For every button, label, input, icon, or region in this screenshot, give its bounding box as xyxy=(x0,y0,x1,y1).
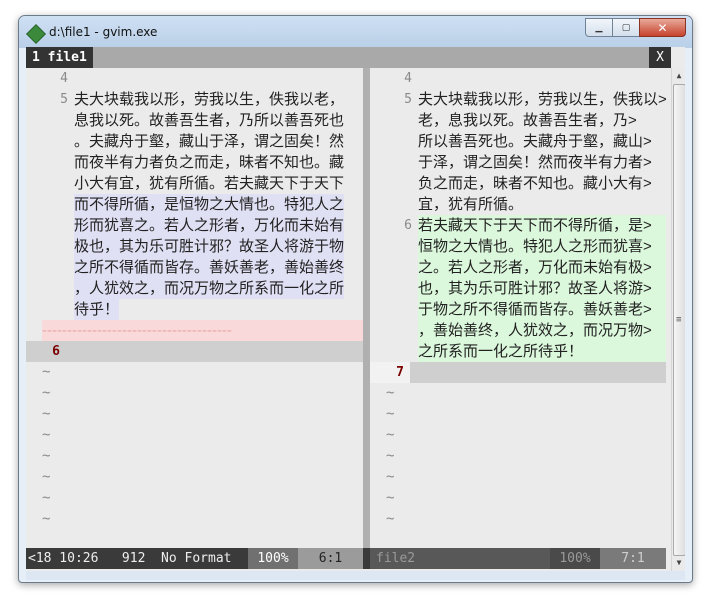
text-line: 夫大块载我以形，劳我以生，佚我以> xyxy=(418,91,666,108)
text-line: 小大有宜，犹有所循。若夫藏天下于天下 xyxy=(74,175,345,192)
status-position: 7:1 xyxy=(600,548,666,569)
empty-line-tilde: ~ xyxy=(386,448,395,464)
empty-line-tilde: ~ xyxy=(386,406,395,422)
gvim-window: d:\file1 - gvim.exe ▁ ▢ ✕ 1 file1 X 4 5 … xyxy=(18,15,693,583)
changed-line: 而不得所循，是恒物之大情也。特犯人之 xyxy=(74,194,345,215)
status-percent: 100% xyxy=(550,548,600,569)
text-line: 宜，犹有所循。 xyxy=(418,196,524,213)
minimize-icon: ▁ xyxy=(595,22,603,33)
filler-line xyxy=(26,341,363,362)
status-position: 6:1 xyxy=(298,548,363,569)
command-line-area[interactable] xyxy=(26,571,685,580)
tabline: 1 file1 X xyxy=(26,47,671,68)
left-window[interactable]: 4 5 夫大块载我以形，劳我以生，佚我以老， 息我以死。故善吾生者，乃所以善吾死… xyxy=(26,68,363,548)
scrollbar-thumb[interactable]: ≡ xyxy=(673,84,685,556)
text-line: 夫大块载我以形，劳我以生，佚我以老， xyxy=(74,91,345,108)
added-line: 也，其为乐可胜计邪？故圣人将游> xyxy=(418,278,666,299)
changed-line: 之所不得循而皆存。善妖善老，善始善终 xyxy=(74,257,345,278)
text-line: 老，息我以死。故善吾生者，乃> xyxy=(418,112,637,129)
empty-line-tilde: ~ xyxy=(42,385,51,401)
filler-line xyxy=(370,362,666,383)
changed-line: 极也，其为乐可胜计邪？故圣人将游于物 xyxy=(74,236,345,257)
empty-line-tilde: ~ xyxy=(386,385,395,401)
text-line: 而夜半有力者负之而走，昧者不知也。藏 xyxy=(74,154,345,171)
empty-line-tilde: ~ xyxy=(42,406,51,422)
added-line: 若夫藏天下于天下而不得所循，是> xyxy=(418,215,666,236)
vim-client-area: 1 file1 X 4 5 夫大块载我以形，劳我以生，佚我以老， 息我以死。故善… xyxy=(26,47,685,571)
status-info: <18 10:26 912 No Format xyxy=(28,551,232,566)
grip-icon: ≡ xyxy=(676,315,682,325)
added-line: ，善始善终，人犹效之，而况万物> xyxy=(418,320,666,341)
empty-line-tilde: ~ xyxy=(42,490,51,506)
close-button[interactable]: ✕ xyxy=(639,18,686,37)
line-number: 6 xyxy=(52,344,60,359)
tab-file1[interactable]: 1 file1 xyxy=(26,47,93,68)
window-title: d:\file1 - gvim.exe xyxy=(49,25,158,39)
changed-line: ，人犹效之，而况万物之所系而一化之所 xyxy=(74,278,345,299)
added-line: 之所系而一化之所待乎！ xyxy=(418,341,666,362)
deleted-filler-line: -------------------------------------- xyxy=(42,320,363,341)
text-line: 。夫藏舟于壑，藏山于泽，谓之固矣！然 xyxy=(74,133,345,150)
vertical-scrollbar[interactable]: ▲ ≡ ▼ xyxy=(671,68,685,571)
scroll-down-arrow-icon[interactable]: ▼ xyxy=(672,555,685,571)
right-window[interactable]: 4 5 夫大块载我以形，劳我以生，佚我以> 老，息我以死。故善吾生者，乃> 所以… xyxy=(370,68,666,548)
empty-line-tilde: ~ xyxy=(386,469,395,485)
empty-line-tilde: ~ xyxy=(42,364,51,380)
statusline-left: <18 10:26 912 No Format 100% 6:1 xyxy=(26,548,363,569)
minimize-button[interactable]: ▁ xyxy=(585,18,613,37)
status-percent: 100% xyxy=(248,548,298,569)
gvim-icon xyxy=(26,24,46,44)
maximize-icon: ▢ xyxy=(621,22,631,33)
maximize-button[interactable]: ▢ xyxy=(612,18,640,37)
added-line: 之。若人之形者，万化而未始有极> xyxy=(418,257,666,278)
empty-line-tilde: ~ xyxy=(42,469,51,485)
text-line: 负之而走，昧者不知也。藏小大有> xyxy=(418,175,652,192)
statusline-right: file2 100% 7:1 xyxy=(370,548,666,569)
empty-line-tilde: ~ xyxy=(386,511,395,527)
changed-line: 形而犹喜之。若人之形者，万化而未始有 xyxy=(74,215,345,236)
text-line: 所以善吾死也。夫藏舟于壑，藏山> xyxy=(418,133,652,150)
empty-line-tilde: ~ xyxy=(386,427,395,443)
title-bar[interactable]: d:\file1 - gvim.exe ▁ ▢ ✕ xyxy=(19,16,692,48)
line-number: 4 xyxy=(60,71,68,86)
empty-line-tilde: ~ xyxy=(42,511,51,527)
vertical-split-separator[interactable] xyxy=(363,68,370,548)
window-controls: ▁ ▢ ✕ xyxy=(585,18,686,37)
tab-close-button[interactable]: X xyxy=(649,47,671,68)
empty-line-tilde: ~ xyxy=(42,448,51,464)
line-number: 5 xyxy=(60,92,68,107)
scroll-up-arrow-icon[interactable]: ▲ xyxy=(672,68,685,84)
line-number: 7 xyxy=(370,362,410,383)
status-filename: file2 xyxy=(376,551,416,566)
added-line: 于物之所不得循而皆存。善妖善老> xyxy=(418,299,666,320)
changed-line: 待乎！ xyxy=(74,299,120,320)
text-line: 于泽，谓之固矣！然而夜半有力者> xyxy=(418,154,652,171)
line-number: 6 xyxy=(404,218,412,233)
empty-line-tilde: ~ xyxy=(386,490,395,506)
line-number: 5 xyxy=(404,92,412,107)
empty-line-tilde: ~ xyxy=(42,427,51,443)
statusline-separator xyxy=(363,548,370,569)
text-line: 息我以死。故善吾生者，乃所以善吾死也 xyxy=(74,112,345,129)
close-icon: ✕ xyxy=(657,20,668,35)
line-number: 4 xyxy=(404,71,412,86)
added-line: 恒物之大情也。特犯人之形而犹喜> xyxy=(418,236,666,257)
